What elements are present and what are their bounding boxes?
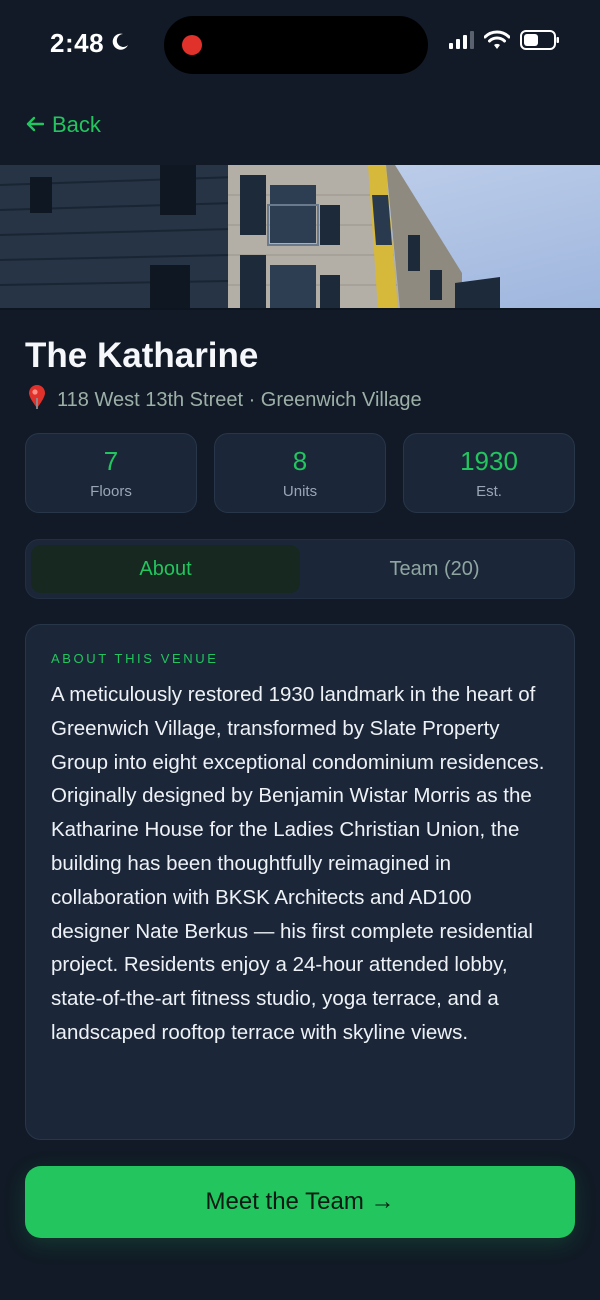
stat-value: 1930 <box>460 446 518 476</box>
status-bar: 2:48 <box>0 0 600 90</box>
wifi-icon <box>483 30 511 55</box>
tab-team[interactable]: Team (20) <box>300 545 569 593</box>
stat-card-floors: 7 Floors <box>25 433 197 513</box>
venue-detail-screen: 2:48 Back The Katharine 118 West 13th St… <box>0 0 600 1300</box>
about-card: ABOUT THIS VENUE A meticulously restored… <box>25 624 575 1140</box>
signal-icon <box>448 31 474 54</box>
stat-value: 7 <box>103 446 119 476</box>
moon-icon <box>110 28 130 59</box>
venue-stats: 7 Floors 8 Units 1930 Est. <box>25 433 575 513</box>
about-description: A meticulously restored 1930 landmark in… <box>51 683 545 1044</box>
recording-indicator <box>182 35 202 55</box>
back-button[interactable]: Back <box>26 112 101 138</box>
venue-name: The Katharine <box>25 336 259 375</box>
status-icons <box>448 30 560 55</box>
stat-value: 8 <box>292 446 308 476</box>
location-pin-icon <box>27 384 47 416</box>
arrow-left-icon <box>26 112 45 138</box>
battery-icon <box>520 30 560 55</box>
venue-address-text: 118 West 13th Street · Greenwich Village <box>57 388 422 411</box>
back-label: Back <box>52 112 101 137</box>
stat-label: Est. <box>476 483 502 500</box>
status-time-group: 2:48 <box>50 28 130 59</box>
stat-card-established: 1930 Est. <box>403 433 575 513</box>
dynamic-island <box>164 16 428 74</box>
stat-label: Units <box>282 483 318 500</box>
venue-hero-image <box>0 165 600 310</box>
segmented-tabs: About Team (20) <box>25 539 575 599</box>
tab-about[interactable]: About <box>31 545 300 593</box>
meet-the-team-button[interactable]: Meet the Team → <box>25 1166 575 1238</box>
stat-card-units: 8 Units <box>214 433 386 513</box>
about-heading: ABOUT THIS VENUE <box>51 651 219 666</box>
venue-address: 118 West 13th Street · Greenwich Village <box>27 384 422 416</box>
status-time: 2:48 <box>50 28 105 58</box>
stat-label: Floors <box>90 483 132 500</box>
